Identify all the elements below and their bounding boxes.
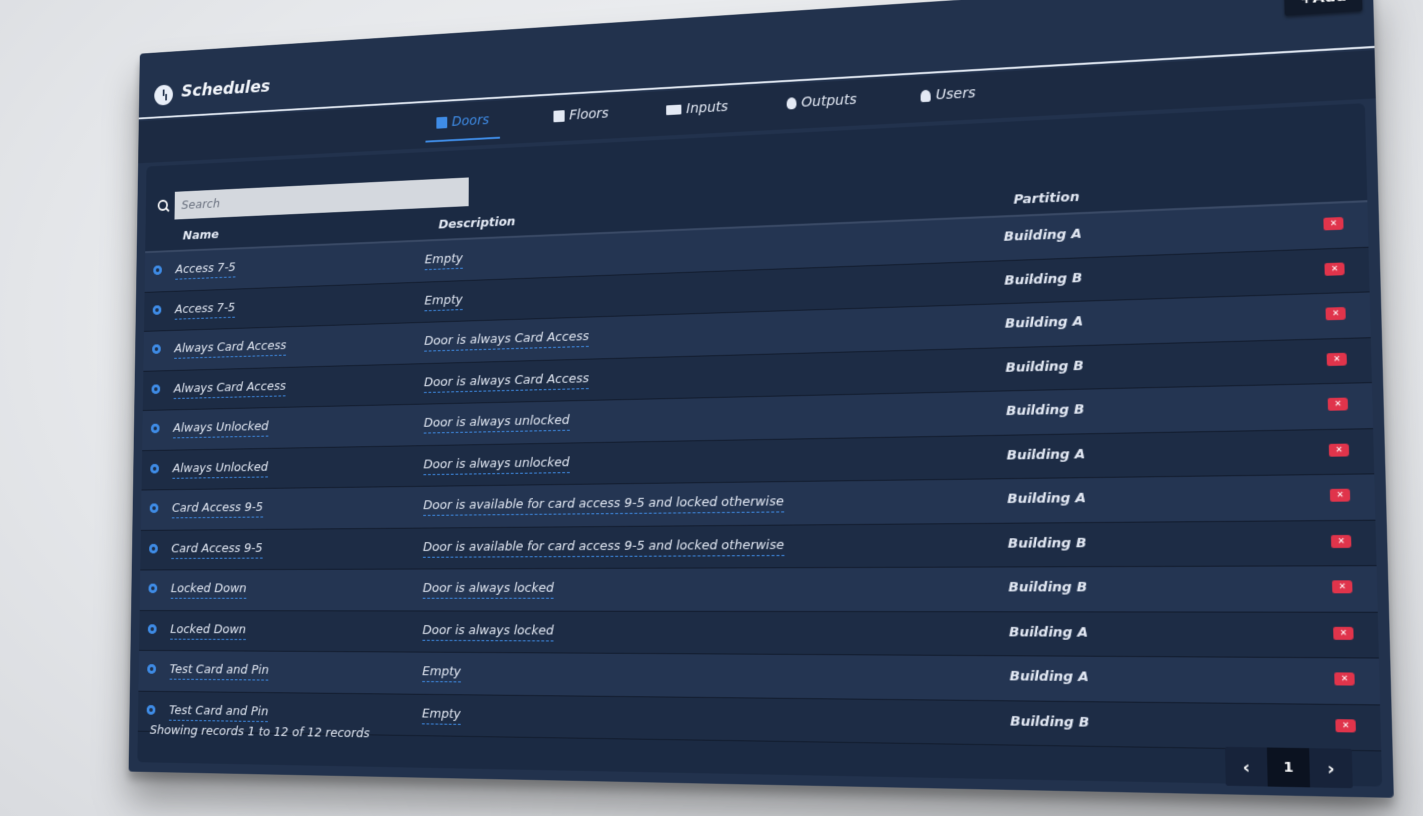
- schedule-name-link[interactable]: Locked Down: [170, 581, 247, 599]
- column-header-name[interactable]: Name: [183, 228, 219, 243]
- tab-doors[interactable]: Doors: [425, 111, 501, 143]
- schedule-partition: Building B: [1004, 270, 1083, 289]
- delete-row-icon[interactable]: ✕: [1323, 216, 1344, 231]
- schedule-partition: Building A: [1009, 668, 1089, 686]
- tab-inputs[interactable]: Inputs: [666, 99, 728, 128]
- delete-row-icon[interactable]: ✕: [1333, 626, 1354, 640]
- schedule-description-link[interactable]: Empty: [421, 706, 461, 725]
- schedule-name-link[interactable]: Always Unlocked: [172, 459, 269, 479]
- schedule-description-link[interactable]: Door is always Card Access: [423, 370, 589, 393]
- clock-icon: [154, 84, 174, 106]
- table-body: Access 7-5 Empty Building A ✕ Access 7-5 Empt…: [137, 202, 1382, 752]
- search-input[interactable]: [174, 177, 469, 220]
- tab-label: Floors: [569, 105, 609, 124]
- building-icon: [553, 110, 565, 123]
- schedule-partition: Building A: [1004, 314, 1084, 332]
- tab-label: Doors: [451, 112, 490, 130]
- gear-icon[interactable]: [151, 383, 161, 394]
- schedule-partition: Building B: [1010, 713, 1090, 731]
- records-summary: Showing records 1 to 12 of 12 records: [149, 723, 370, 742]
- schedule-description-link[interactable]: Door is always locked: [422, 622, 554, 641]
- table-container: Name Description Partition Access 7-5 Emp…: [137, 103, 1383, 789]
- stage: Schedules +Add Doors Floors Inputs Outpu…: [0, 0, 1423, 816]
- add-button[interactable]: +Add: [1284, 0, 1363, 16]
- schedule-name-link[interactable]: Card Access 9-5: [171, 500, 264, 519]
- schedule-name-link[interactable]: Access 7-5: [174, 300, 236, 320]
- schedule-description-link[interactable]: Door is available for card access 9-5 an…: [423, 494, 784, 516]
- table-row: Locked Down Door is always locked Building…: [139, 566, 1378, 613]
- schedule-partition: Building A: [1008, 624, 1089, 641]
- schedule-partition: Building B: [1005, 358, 1084, 376]
- schedule-partition: Building B: [1007, 535, 1087, 552]
- tab-label: Users: [935, 85, 976, 104]
- lightbulb-icon: [786, 97, 797, 110]
- door-icon: [436, 116, 448, 129]
- schedule-description-link[interactable]: Empty: [424, 292, 463, 311]
- gear-icon[interactable]: [149, 503, 159, 513]
- next-page-button[interactable]: ›: [1309, 748, 1353, 789]
- schedule-description-link[interactable]: Door is always Card Access: [424, 329, 589, 352]
- tab-users[interactable]: Users: [920, 85, 976, 114]
- gear-icon[interactable]: [147, 664, 157, 674]
- gear-icon[interactable]: [146, 704, 156, 715]
- schedule-name-link[interactable]: Test Card and Pin: [169, 662, 269, 681]
- keyboard-icon: [666, 104, 682, 116]
- schedule-name-link[interactable]: Always Card Access: [174, 338, 287, 359]
- schedule-description-link[interactable]: Door is always locked: [422, 580, 554, 599]
- schedule-name-link[interactable]: Locked Down: [170, 622, 247, 640]
- schedule-partition: Building B: [1005, 402, 1085, 420]
- schedule-name-link[interactable]: Access 7-5: [175, 260, 236, 280]
- column-header-partition[interactable]: Partition: [1013, 190, 1079, 208]
- gear-icon[interactable]: [147, 623, 157, 634]
- page-1-button[interactable]: 1: [1266, 747, 1311, 788]
- tab-outputs[interactable]: Outputs: [786, 91, 857, 122]
- delete-row-icon[interactable]: ✕: [1326, 352, 1347, 366]
- schedule-name-link[interactable]: Always Unlocked: [173, 419, 269, 439]
- schedule-name-link[interactable]: Card Access 9-5: [171, 540, 263, 559]
- gear-icon[interactable]: [149, 543, 158, 553]
- column-header-description[interactable]: Description: [439, 215, 516, 233]
- schedule-partition: Building A: [1007, 490, 1086, 508]
- gear-icon[interactable]: [152, 304, 162, 315]
- delete-row-icon[interactable]: ✕: [1325, 306, 1346, 321]
- schedule-description-link[interactable]: Door is always unlocked: [423, 454, 570, 475]
- gear-icon[interactable]: [148, 583, 158, 594]
- delete-row-icon[interactable]: ✕: [1332, 580, 1353, 594]
- schedules-panel: Schedules +Add Doors Floors Inputs Outpu…: [128, 0, 1394, 798]
- schedule-partition: Building B: [1008, 579, 1088, 596]
- schedule-partition: Building A: [1006, 446, 1086, 464]
- delete-row-icon[interactable]: ✕: [1334, 672, 1355, 686]
- search-icon: [158, 199, 170, 212]
- tab-label: Outputs: [801, 91, 857, 111]
- user-icon: [920, 89, 931, 103]
- schedule-name-link[interactable]: Test Card and Pin: [168, 702, 269, 722]
- schedule-partition: Building A: [1003, 226, 1082, 245]
- prev-page-button[interactable]: ‹: [1224, 746, 1268, 787]
- tab-floors[interactable]: Floors: [553, 105, 609, 134]
- gear-icon[interactable]: [150, 463, 159, 474]
- delete-row-icon[interactable]: ✕: [1324, 261, 1345, 276]
- schedule-name-link[interactable]: Always Card Access: [173, 378, 286, 399]
- schedule-description-link[interactable]: Empty: [424, 251, 463, 271]
- delete-row-icon[interactable]: ✕: [1330, 534, 1352, 548]
- schedule-description-link[interactable]: Empty: [422, 664, 461, 683]
- delete-row-icon[interactable]: ✕: [1329, 488, 1351, 502]
- delete-row-icon[interactable]: ✕: [1335, 718, 1356, 732]
- delete-row-icon[interactable]: ✕: [1327, 397, 1349, 411]
- schedule-description-link[interactable]: Door is always unlocked: [423, 413, 570, 434]
- page-title: Schedules: [181, 76, 271, 102]
- delete-row-icon[interactable]: ✕: [1328, 443, 1350, 457]
- pagination: ‹ 1 ›: [1224, 746, 1353, 789]
- gear-icon[interactable]: [150, 423, 160, 434]
- gear-icon[interactable]: [153, 265, 162, 275]
- gear-icon[interactable]: [152, 344, 161, 354]
- schedule-description-link[interactable]: Door is available for card access 9-5 an…: [422, 537, 785, 558]
- tab-label: Inputs: [686, 99, 729, 118]
